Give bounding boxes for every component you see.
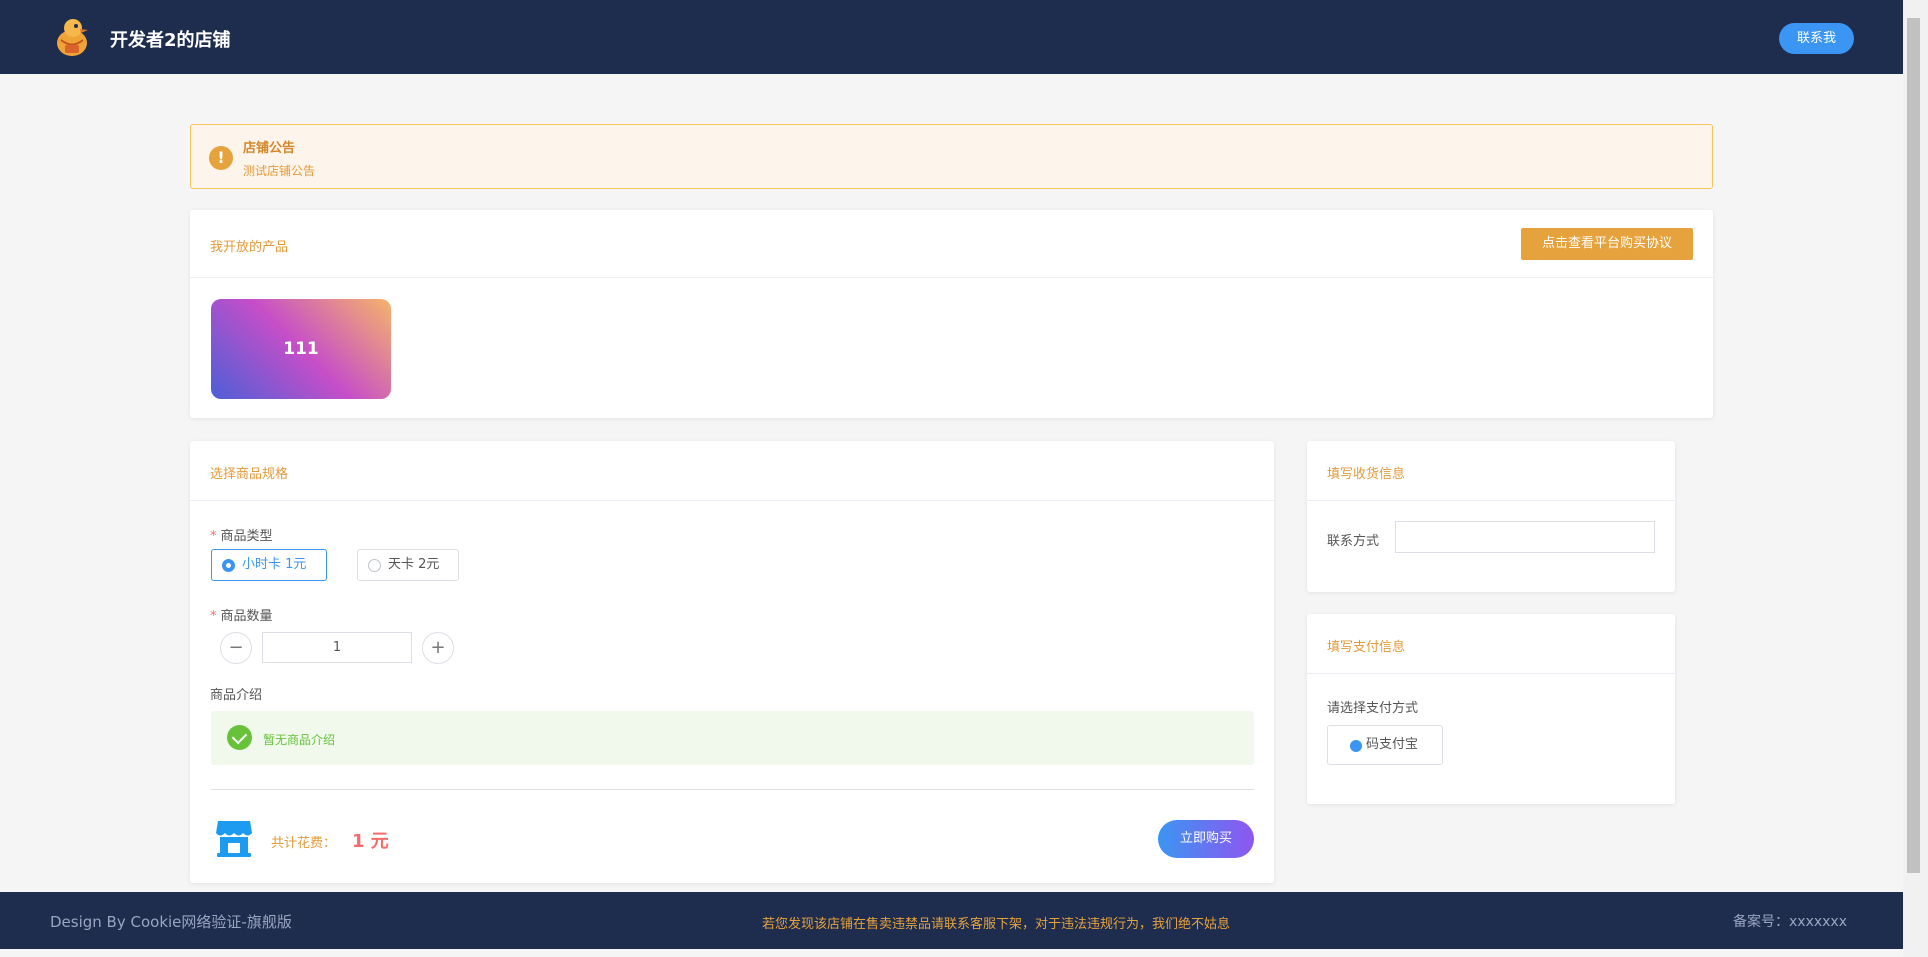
radio-checked-icon [222, 559, 235, 572]
shipping-card-header: 填写收货信息 [1307, 441, 1675, 501]
description-box: 暂无商品介绍 [211, 711, 1254, 765]
spec-title: 选择商品规格 [210, 467, 289, 482]
view-agreement-button[interactable]: 点击查看平台购买协议 [1521, 228, 1693, 260]
payment-card-header: 填写支付信息 [1307, 614, 1675, 674]
notice-text: 测试店铺公告 [243, 164, 316, 178]
footer: Design By Cookie网络验证-旗舰版 若您发现该店铺在售卖违禁品请联… [0, 892, 1903, 949]
divider [211, 789, 1254, 790]
payment-title: 填写支付信息 [1327, 640, 1406, 655]
payment-card: 填写支付信息 请选择支付方式 码支付宝 [1307, 614, 1675, 804]
alipay-option[interactable]: 码支付宝 [1327, 725, 1443, 765]
footer-warning: 若您发现该店铺在售卖违禁品请联系客服下架，对于违法违规行为，我们绝不姑息 [762, 917, 1231, 932]
total-label: 共计花费： [271, 836, 337, 851]
radio-unchecked-icon [368, 559, 381, 572]
total-value: 1 元 [352, 831, 389, 852]
choose-payment-label: 请选择支付方式 [1327, 701, 1419, 716]
products-title: 我开放的产品 [210, 240, 289, 255]
logo-icon [57, 19, 88, 56]
desc-label: 商品介绍 [210, 688, 263, 703]
notice-title: 店铺公告 [243, 141, 296, 156]
type-label: * 商品类型 [210, 529, 273, 544]
spec-card-header: 选择商品规格 [190, 441, 1274, 501]
description-text: 暂无商品介绍 [263, 733, 336, 747]
check-circle-icon [227, 725, 252, 750]
shop-title: 开发者2的店铺 [110, 30, 231, 51]
increase-quantity-button[interactable]: + [422, 632, 454, 664]
option-hour-card[interactable]: 小时卡 1元 [211, 549, 327, 581]
footer-credit: Design By Cookie网络验证-旗舰版 [50, 913, 292, 931]
decrease-quantity-button[interactable]: − [220, 632, 252, 664]
shipping-card: 填写收货信息 联系方式 [1307, 441, 1675, 592]
contact-label: 联系方式 [1327, 534, 1380, 549]
products-card-header: 我开放的产品 点击查看平台购买协议 [190, 210, 1713, 278]
shipping-title: 填写收货信息 [1327, 467, 1406, 482]
quantity-label: * 商品数量 [210, 609, 273, 624]
spec-card: 选择商品规格 * 商品类型 小时卡 1元 天卡 2元 * 商品数量 − 1 + 商品… [190, 441, 1274, 883]
footer-icp: 备案号：xxxxxxx [1733, 914, 1847, 930]
contact-input[interactable] [1395, 521, 1655, 553]
product-tile[interactable]: 111 [211, 299, 391, 399]
store-icon [216, 821, 252, 857]
alipay-icon [1350, 740, 1362, 752]
quantity-input[interactable]: 1 [262, 632, 412, 663]
exclamation-icon: ! [209, 146, 233, 170]
option-day-card[interactable]: 天卡 2元 [357, 549, 459, 581]
contact-me-button[interactable]: 联系我 [1779, 23, 1854, 54]
page-scrollbar[interactable] [1903, 0, 1928, 957]
scrollbar-thumb[interactable] [1907, 18, 1920, 873]
products-card: 我开放的产品 点击查看平台购买协议 111 [190, 210, 1713, 418]
buy-now-button[interactable]: 立即购买 [1158, 820, 1254, 858]
shop-notice: ! 店铺公告 测试店铺公告 [190, 124, 1713, 189]
top-header: 开发者2的店铺 联系我 [0, 0, 1903, 74]
